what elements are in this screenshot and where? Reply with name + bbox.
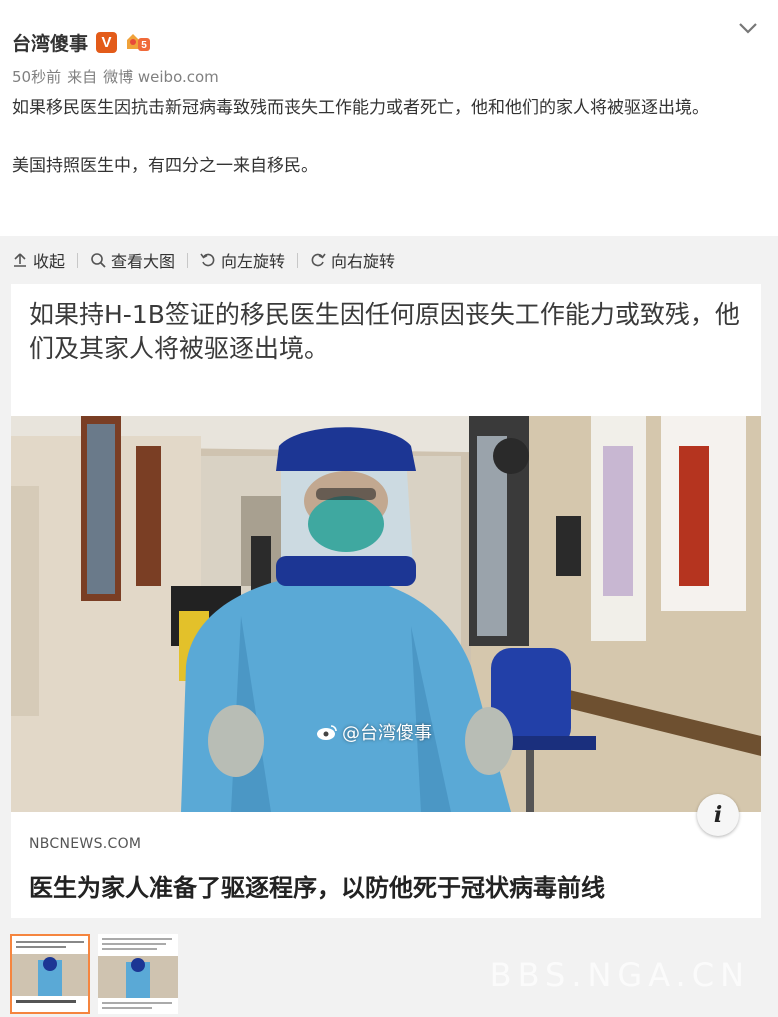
search-icon (91, 253, 106, 268)
rotate-right-icon (311, 253, 326, 267)
post-text-line: 如果移民医生因抗击新冠病毒致残而丧失工作能力或者死亡，他和他们的家人将被驱逐出境… (12, 98, 709, 118)
image-gallery: 收起 查看大图 向左旋转 向右旋转 如果持H-1B签证的移民医生因任何原因丧失工… (0, 236, 778, 1017)
rotate-right-label: 向右旋转 (331, 252, 396, 271)
source-app[interactable]: 微博 weibo.com (103, 66, 219, 87)
article-caption: 医生为家人准备了驱逐程序，以防他死于冠状病毒前线 (29, 874, 605, 902)
thumbnail-strip (10, 934, 178, 1014)
view-large-label: 查看大图 (111, 252, 176, 271)
author-name[interactable]: 台湾傻事 (12, 29, 88, 56)
collapse-button[interactable]: 收起 (12, 248, 65, 272)
rotate-left-label: 向左旋转 (221, 252, 286, 271)
article-headline: 如果持H-1B签证的移民医生因任何原因丧失工作能力或致残，他们及其家人将被驱逐出… (29, 300, 740, 363)
verified-badge: V (96, 31, 118, 53)
level-badge-icon: 5 (125, 31, 151, 53)
gallery-toolbar: 收起 查看大图 向左旋转 向右旋转 (12, 246, 395, 274)
photo-watermark: @台湾傻事 (316, 719, 432, 745)
thumbnail-item[interactable] (10, 934, 90, 1014)
collapse-label: 收起 (33, 252, 66, 271)
toolbar-divider (77, 252, 79, 268)
forum-watermark: BBS.NGA.CN (489, 956, 750, 994)
rotate-left-icon (200, 253, 215, 267)
post-meta: 50秒前 来自 微博 weibo.com (12, 66, 219, 87)
post-time[interactable]: 50秒前 (12, 66, 61, 87)
collapse-icon (14, 253, 26, 267)
post-header: 台湾傻事 V 5 (12, 22, 151, 62)
info-icon[interactable]: i (697, 794, 739, 836)
post-text: 如果移民医生因抗击新冠病毒致残而丧失工作能力或者死亡，他和他们的家人将被驱逐出境… (12, 94, 764, 181)
rotate-right-button[interactable]: 向右旋转 (310, 248, 395, 272)
rotate-left-button[interactable]: 向左旋转 (200, 248, 285, 272)
toolbar-divider (297, 252, 299, 268)
source-prefix: 来自 (67, 68, 98, 86)
chevron-down-icon[interactable] (736, 16, 760, 40)
weibo-logo-icon (317, 725, 337, 740)
thumbnail-item[interactable] (98, 934, 178, 1014)
view-large-button[interactable]: 查看大图 (90, 248, 175, 272)
post-text-line: 美国持照医生中，有四分之一来自移民。 (12, 156, 318, 176)
toolbar-divider (187, 252, 189, 268)
article-image[interactable]: 如果持H-1B签证的移民医生因任何原因丧失工作能力或致残，他们及其家人将被驱逐出… (11, 284, 761, 918)
doctor-photo: @台湾傻事 (11, 416, 761, 812)
watermark-text: @台湾傻事 (342, 723, 432, 744)
level-number: 5 (141, 40, 147, 51)
source-site: NBCNEWS.COM (29, 836, 142, 852)
